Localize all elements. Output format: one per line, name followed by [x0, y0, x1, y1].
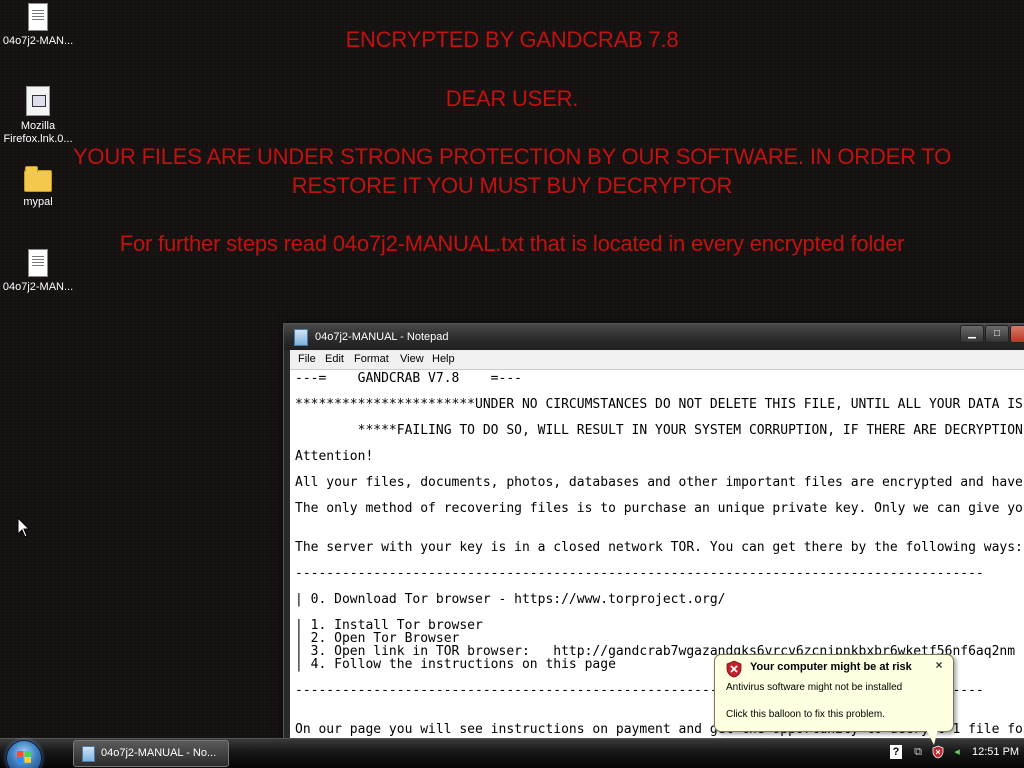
text-line: ***********************UNDER NO CIRCUMST… — [295, 397, 1024, 412]
security-shield-icon[interactable] — [932, 745, 944, 759]
menu-view[interactable]: View — [400, 353, 424, 365]
desktop-icon-label: 04o7j2-MAN... — [2, 35, 74, 47]
balloon-close-button[interactable]: × — [932, 658, 946, 672]
text-line: | 0. Download Tor browser - https://www.… — [295, 592, 726, 607]
balloon-action-text[interactable]: Click this balloon to fix this problem. — [726, 709, 885, 720]
desktop-icon-label: mypal — [23, 196, 53, 208]
menu-bar: File Edit Format View Help — [290, 350, 1024, 370]
text-line: *****FAILING TO DO SO, WILL RESULT IN YO… — [295, 423, 1024, 438]
menu-edit[interactable]: Edit — [325, 353, 344, 365]
mouse-cursor-icon — [17, 517, 31, 538]
notepad-icon — [82, 746, 95, 762]
text-line: The only method of recovering files is t… — [295, 501, 1024, 516]
window-title: 04o7j2-MANUAL - Notepad — [315, 331, 449, 343]
ransom-title: ENCRYPTED BY GANDCRAB 7.8 — [345, 27, 679, 52]
menu-help[interactable]: Help — [432, 353, 455, 365]
taskbar-notepad-button[interactable]: 04o7j2-MANUAL - No... — [73, 740, 229, 767]
text-file-icon — [28, 249, 48, 277]
minimize-button[interactable]: ▁ — [960, 325, 984, 343]
text-line: Attention! — [295, 449, 374, 464]
balloon-title: Your computer might be at risk — [750, 661, 912, 673]
folder-icon — [24, 166, 52, 192]
balloon-pointer — [926, 729, 938, 745]
desktop-icon-manual-2[interactable]: 04o7j2-MAN... — [0, 249, 76, 294]
maximize-button[interactable]: □ — [985, 325, 1009, 343]
balloon-message: Antivirus software might not be installe… — [726, 682, 903, 693]
text-file-icon — [28, 3, 48, 31]
network-icon[interactable]: ⧉ — [912, 745, 924, 759]
text-line: All your files, documents, photos, datab… — [295, 475, 1023, 490]
ransom-message-line1: YOUR FILES ARE UNDER STRONG PROTECTION B… — [72, 144, 952, 169]
menu-file[interactable]: File — [298, 353, 316, 365]
notepad-icon — [294, 329, 308, 346]
taskbar-button-label: 04o7j2-MANUAL - No... — [101, 747, 217, 759]
menu-format[interactable]: Format — [354, 353, 389, 365]
ransom-message-line2: RESTORE IT YOU MUST BUY DECRYPTOR — [291, 173, 733, 198]
ransom-instructions: For further steps read 04o7j2-MANUAL.txt… — [119, 231, 905, 256]
security-balloon-notification[interactable]: Your computer might be at risk Antivirus… — [714, 654, 954, 732]
text-line: | 4. Follow the instructions on this pag… — [295, 657, 616, 672]
windows-logo-icon — [6, 740, 42, 768]
speaker-icon[interactable]: ◂ — [951, 745, 963, 759]
ransom-greeting: DEAR USER. — [445, 86, 579, 111]
desktop-icon-mypal[interactable]: mypal — [0, 166, 76, 209]
desktop-icon-label: Mozilla Firefox.lnk.0... — [3, 120, 73, 145]
desktop-icon-firefox[interactable]: Mozilla Firefox.lnk.0... — [0, 86, 76, 146]
text-line: ---= GANDCRAB V7.8 =--- — [295, 371, 522, 386]
notepad-titlebar[interactable]: 04o7j2-MANUAL - Notepad ▁ □ ✕ — [284, 324, 1024, 350]
firefox-shortcut-icon — [26, 86, 50, 116]
start-button[interactable] — [6, 740, 44, 768]
help-icon[interactable]: ? — [890, 745, 902, 759]
security-warning-icon — [726, 660, 742, 678]
clock[interactable]: 12:51 PM — [972, 746, 1019, 758]
text-line: ----------------------------------------… — [295, 566, 984, 581]
desktop-icon-label: 04o7j2-MAN... — [2, 281, 74, 293]
desktop-icon-manual-1[interactable]: 04o7j2-MAN... — [0, 3, 76, 48]
text-line: The server with your key is in a closed … — [295, 540, 1023, 555]
close-button[interactable]: ✕ — [1010, 325, 1024, 343]
